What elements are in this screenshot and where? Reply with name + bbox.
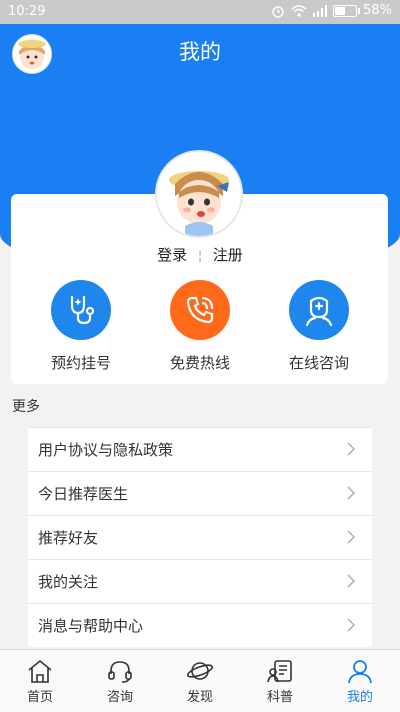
headset-icon <box>108 661 132 683</box>
quick-action-hotline-label: 免费热线 <box>169 354 230 372</box>
tab-discover[interactable]: 发现 <box>160 650 240 712</box>
doctor-icon <box>305 296 333 327</box>
status-bar: 10:29 58% <box>0 0 400 24</box>
chevron-right-icon <box>347 618 355 632</box>
battery-percent: 58% <box>363 3 392 18</box>
tab-label: 咨询 <box>106 690 133 705</box>
tab-consult[interactable]: 咨询 <box>80 650 160 712</box>
stethoscope-icon <box>70 295 95 325</box>
tab-label: 发现 <box>186 690 213 705</box>
phone-icon <box>186 296 214 324</box>
more-section-title: 更多 <box>12 399 40 415</box>
list-item-recommended-doctors[interactable]: 今日推荐医生 <box>28 471 372 515</box>
list-item-label: 今日推荐医生 <box>38 485 129 503</box>
tab-label: 科普 <box>266 690 293 705</box>
status-icons: 58% <box>271 3 392 18</box>
auth-separator: ¦ <box>197 249 203 263</box>
bottom-tab-bar: 首页 咨询 发现 科普 我的 <box>0 649 400 712</box>
chevron-right-icon <box>347 486 355 500</box>
list-item-my-follows[interactable]: 我的关注 <box>28 559 372 603</box>
list-item-recommend-friends[interactable]: 推荐好友 <box>28 515 372 559</box>
auth-links: 登录 ¦ 注册 <box>0 244 400 265</box>
signal-icon <box>313 4 328 17</box>
tab-label: 我的 <box>346 690 373 705</box>
quick-action-appointment-label: 预约挂号 <box>50 354 111 372</box>
list-item-privacy-policy[interactable]: 用户协议与隐私政策 <box>28 427 372 471</box>
quick-action-hotline[interactable]: 免费热线 <box>140 280 260 373</box>
login-link[interactable]: 登录 <box>157 246 187 264</box>
tab-mine[interactable]: 我的 <box>320 650 400 712</box>
article-icon <box>267 660 292 683</box>
quick-action-hotline-circle <box>170 280 230 340</box>
list-item-label: 用户协议与隐私政策 <box>38 441 174 459</box>
list-item-messages-help[interactable]: 消息与帮助中心 <box>28 603 372 647</box>
quick-action-appointment[interactable]: 预约挂号 <box>21 280 141 373</box>
quick-action-consult-circle <box>289 280 349 340</box>
quick-action-consult[interactable]: 在线咨询 <box>259 280 379 373</box>
list-item-label: 我的关注 <box>38 573 99 591</box>
chevron-right-icon <box>347 442 355 456</box>
battery-icon <box>333 4 361 17</box>
list-item-label: 推荐好友 <box>38 529 99 547</box>
list-item-label: 消息与帮助中心 <box>38 617 144 635</box>
profile-avatar[interactable] <box>155 150 243 238</box>
chevron-right-icon <box>347 530 355 544</box>
status-time: 10:29 <box>8 4 46 19</box>
tab-home[interactable]: 首页 <box>0 650 80 712</box>
planet-icon <box>186 662 214 680</box>
chevron-right-icon <box>347 574 355 588</box>
quick-action-consult-label: 在线咨询 <box>288 354 349 372</box>
register-link[interactable]: 注册 <box>213 246 243 264</box>
more-list: 用户协议与隐私政策 今日推荐医生 推荐好友 我的关注 消息与帮助中心 <box>28 427 372 647</box>
home-icon <box>28 659 52 683</box>
person-icon <box>348 660 372 684</box>
quick-action-appointment-circle <box>51 280 111 340</box>
tab-label: 首页 <box>26 690 53 705</box>
tab-science[interactable]: 科普 <box>240 650 320 712</box>
page-title: 我的 <box>179 40 221 64</box>
alarm-icon <box>272 5 284 18</box>
wifi-icon <box>291 4 307 17</box>
